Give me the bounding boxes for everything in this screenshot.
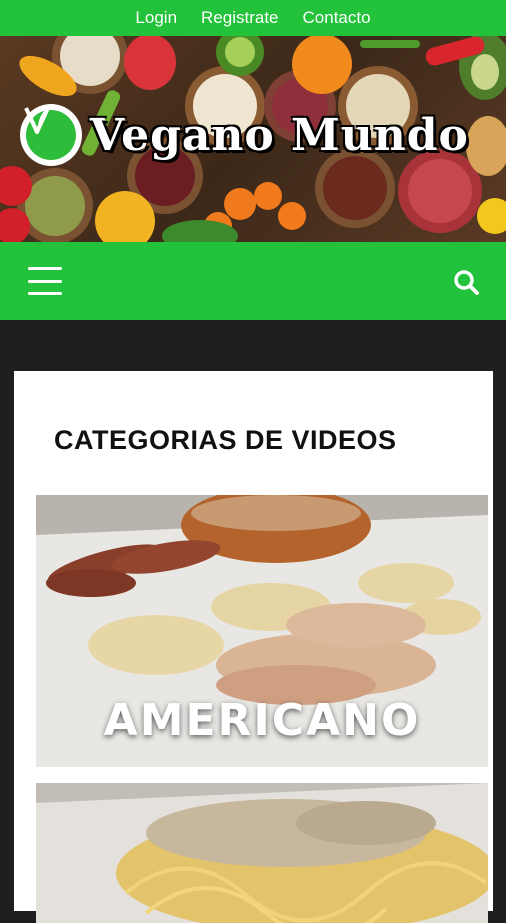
header-banner: Vegano Mundo	[0, 36, 506, 242]
top-links-bar: Login Registrate Contacto	[0, 0, 506, 36]
video-category-pasta[interactable]	[36, 783, 488, 923]
search-icon[interactable]	[452, 268, 482, 298]
login-link[interactable]: Login	[135, 8, 177, 28]
main-navbar	[0, 242, 506, 320]
pasta-thumbnail	[36, 783, 488, 923]
vegan-leaf-icon	[20, 104, 82, 166]
section-title: CATEGORIAS DE VIDEOS	[54, 425, 397, 455]
site-title: Vegano Mundo	[90, 109, 469, 161]
content-card: CATEGORIAS DE VIDEOS AMERICANO	[14, 371, 493, 923]
hamburger-menu-icon[interactable]	[28, 267, 62, 295]
video-caption: AMERICANO	[103, 695, 421, 746]
register-link[interactable]: Registrate	[201, 8, 278, 28]
brand-logo-lockup[interactable]: Vegano Mundo	[20, 102, 469, 168]
contact-link[interactable]: Contacto	[303, 8, 371, 28]
video-category-americano[interactable]: AMERICANO	[36, 495, 488, 767]
